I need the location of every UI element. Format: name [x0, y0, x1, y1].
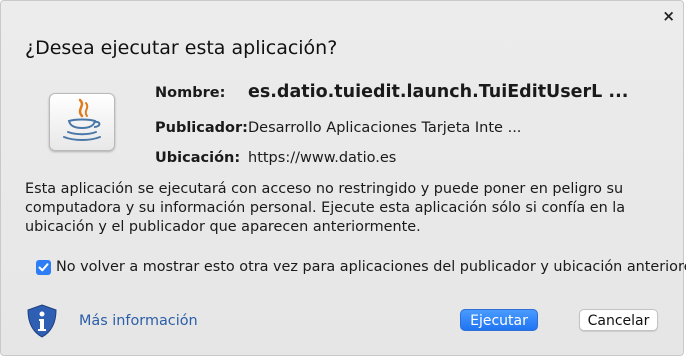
- dialog-title: ¿Desea ejecutar esta aplicación?: [25, 37, 338, 59]
- checkmark-icon: [38, 263, 49, 272]
- java-coffee-icon: [49, 93, 115, 151]
- cancel-button[interactable]: Cancelar: [579, 309, 658, 331]
- close-icon[interactable]: ×: [662, 7, 675, 25]
- more-info-link[interactable]: Más información: [79, 313, 198, 329]
- shield-info-icon: [24, 303, 60, 343]
- name-label: Nombre:: [155, 85, 226, 101]
- do-not-show-again-checkbox[interactable]: [36, 260, 51, 275]
- publisher-label: Publicador:: [155, 120, 248, 136]
- name-value: es.datio.tuiedit.launch.TuiEditUserL ...: [248, 82, 629, 102]
- security-warning-dialog: × ¿Desea ejecutar esta aplicación? Nombr…: [0, 0, 686, 356]
- do-not-show-again-label[interactable]: No volver a mostrar esto otra vez para a…: [56, 259, 686, 275]
- run-button[interactable]: Ejecutar: [460, 309, 538, 331]
- location-label: Ubicación:: [155, 150, 241, 166]
- publisher-value: Desarrollo Aplicaciones Tarjeta Inte ...: [248, 120, 522, 136]
- location-value: https://www.datio.es: [248, 150, 397, 166]
- warning-message: Esta aplicación se ejecutará con acceso …: [25, 181, 626, 235]
